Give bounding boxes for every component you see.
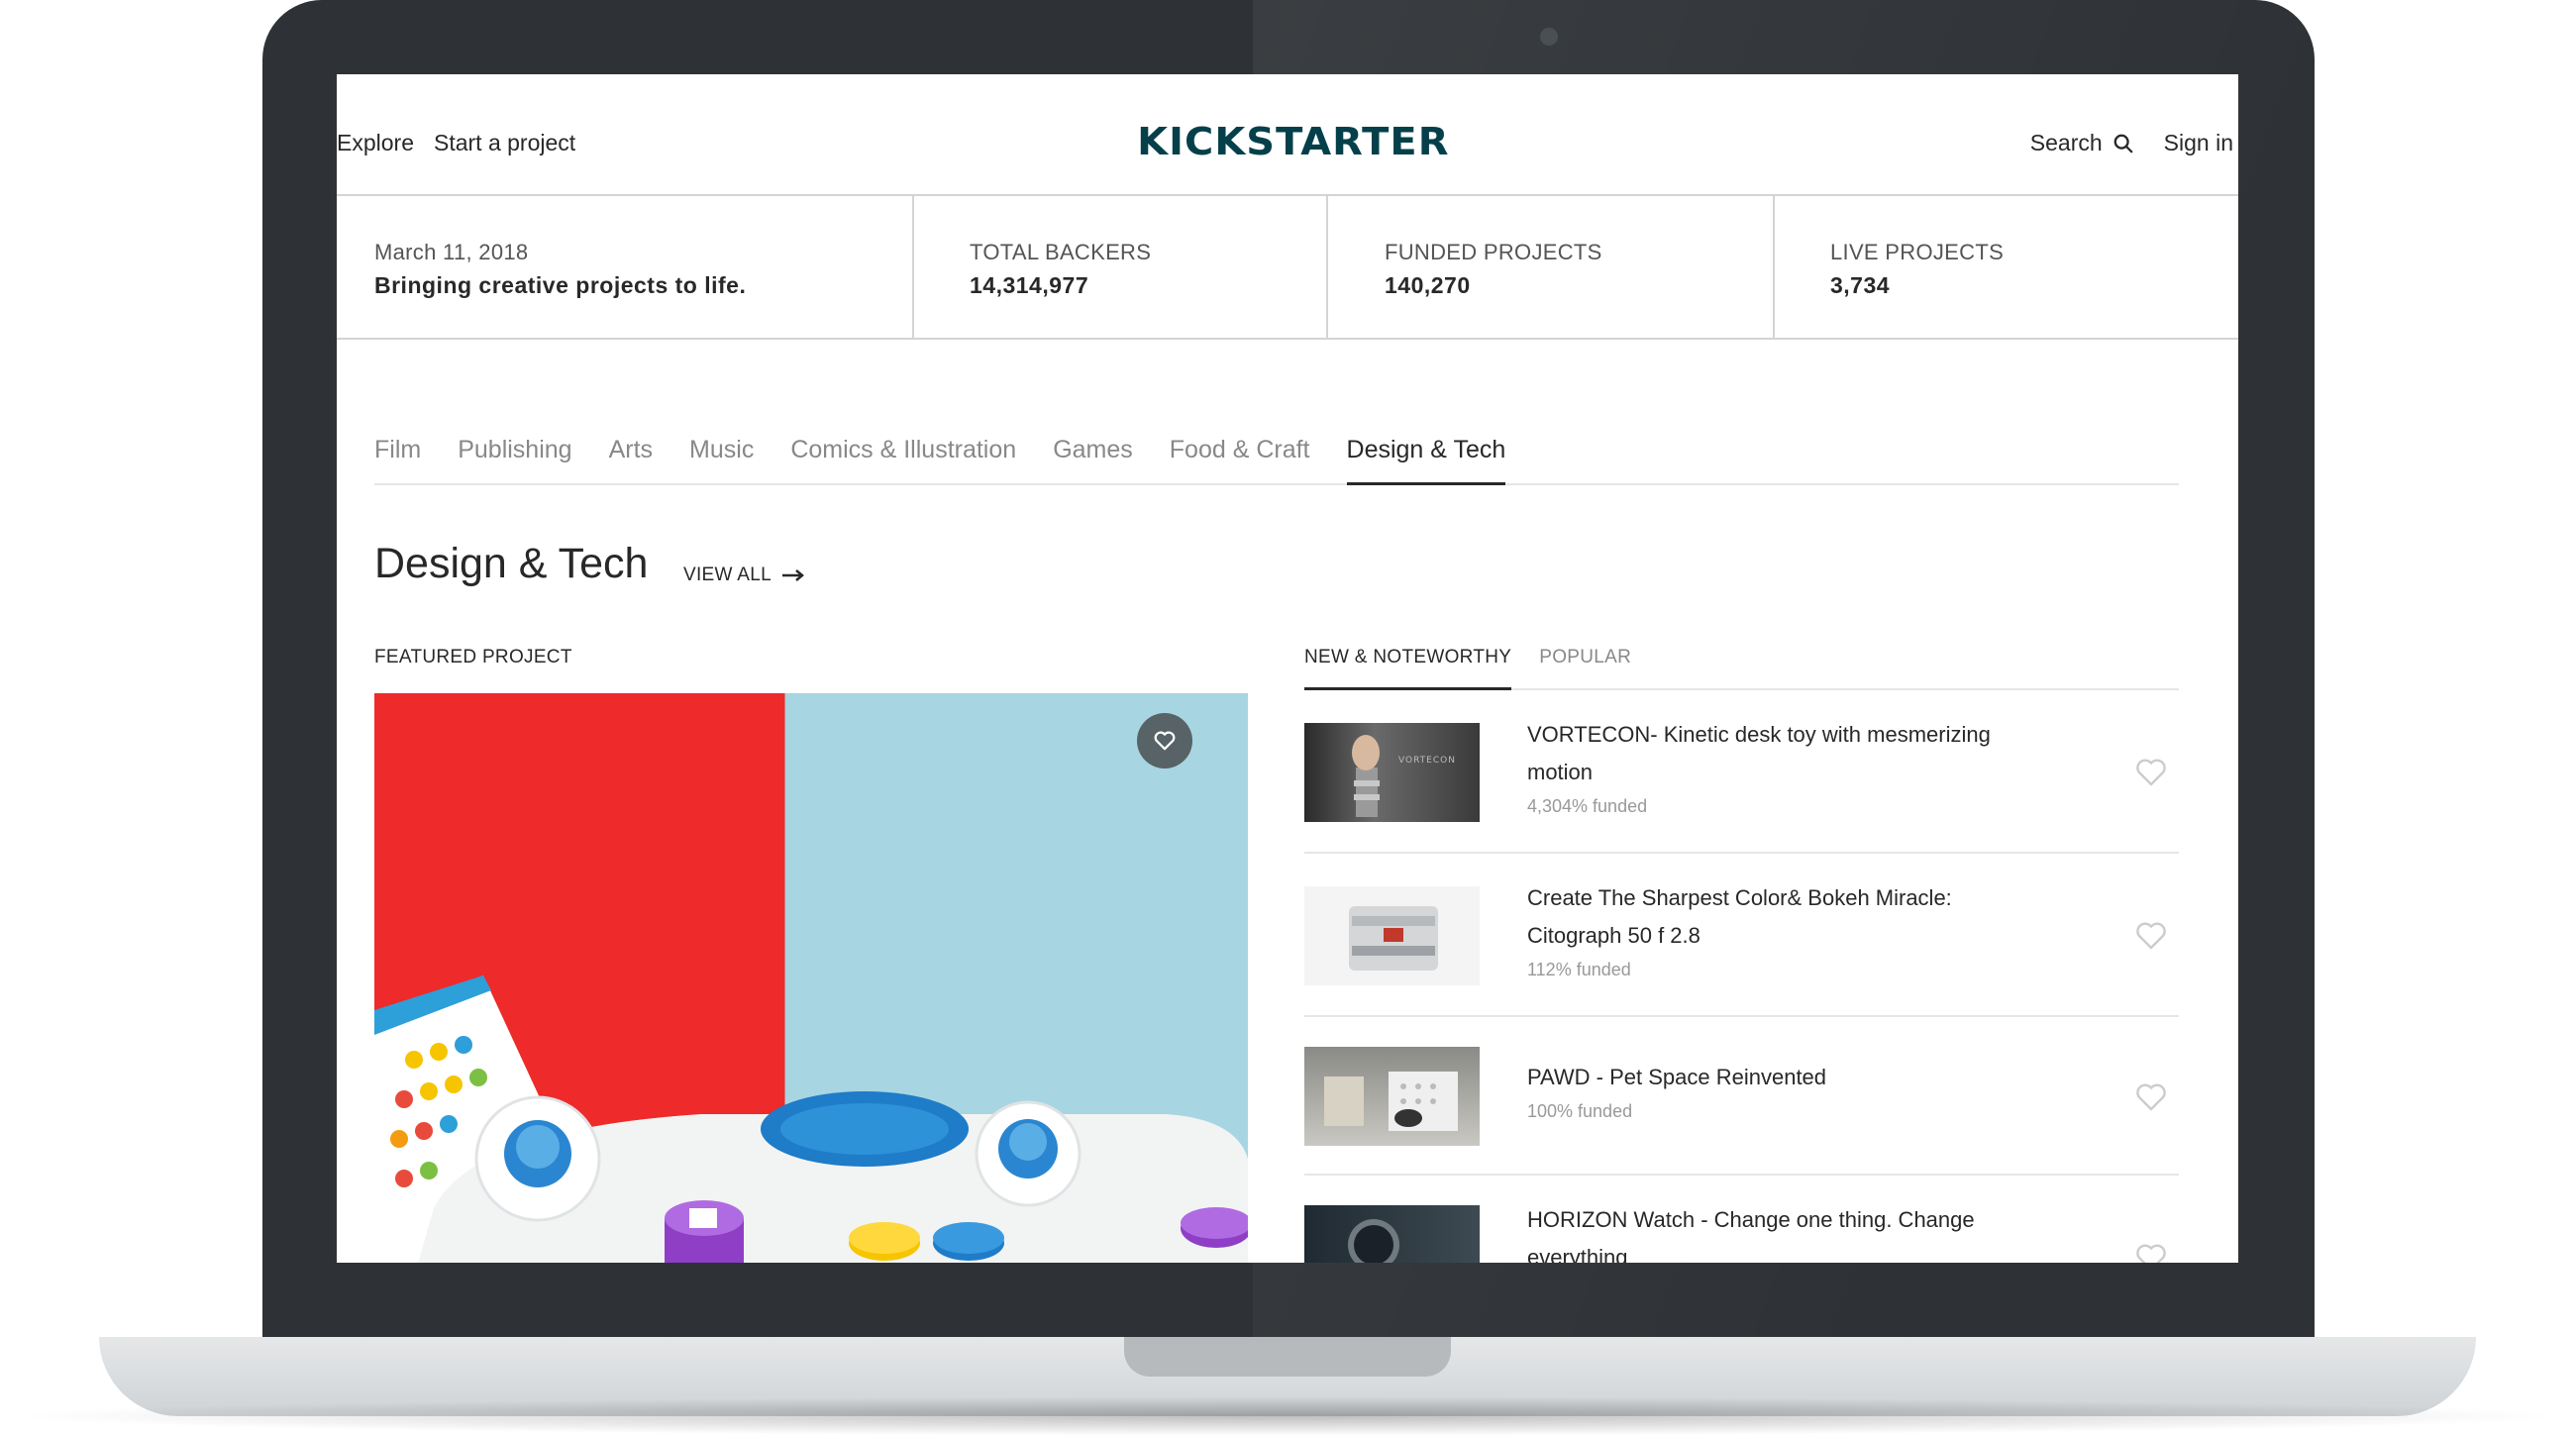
list-tabs: NEW & NOTEWORTHY POPULAR [1304, 639, 2179, 690]
search-icon [2113, 134, 2133, 153]
stat-tagline: Bringing creative projects to life. [374, 272, 747, 298]
tab-publishing[interactable]: Publishing [458, 436, 571, 485]
laptop-shadow [0, 1396, 2576, 1436]
search-button[interactable]: Search [2030, 130, 2134, 156]
stat-live-projects-value: 3,734 [1830, 272, 1891, 298]
project-title[interactable]: Create The Sharpest Color& Bokeh Miracle… [1527, 879, 2042, 955]
start-project-link[interactable]: Start a project [434, 130, 575, 156]
list-item[interactable]: VORTECON VORTECON- Kinetic desk toy with… [1304, 690, 2179, 854]
camera-icon [1540, 28, 1558, 46]
list-item[interactable]: PAWD - Pet Space Reinvented 100% funded [1304, 1017, 2179, 1176]
project-list: VORTECON VORTECON- Kinetic desk toy with… [1304, 690, 2179, 1263]
list-item[interactable]: HORIZON Watch - Change one thing. Change… [1304, 1176, 2179, 1263]
featured-favorite-button[interactable] [1137, 713, 1192, 769]
tab-food-craft[interactable]: Food & Craft [1170, 436, 1310, 485]
project-funded: 4,304% funded [1527, 796, 1648, 816]
site-header: Explore Start a project KICKSTARTER Sear… [337, 74, 2238, 196]
tab-new-noteworthy[interactable]: NEW & NOTEWORTHY [1304, 639, 1512, 690]
featured-project-label: FEATURED PROJECT [374, 647, 572, 667]
tab-design-tech[interactable]: Design & Tech [1346, 436, 1506, 485]
heart-icon[interactable] [2135, 921, 2167, 951]
explore-link[interactable]: Explore [337, 130, 414, 156]
project-funded: 100% funded [1527, 1101, 1633, 1121]
project-thumbnail[interactable] [1304, 1047, 1480, 1146]
project-thumbnail[interactable]: VORTECON [1304, 723, 1480, 822]
section-title: Design & Tech [374, 540, 649, 587]
sign-in-link[interactable]: Sign in [2164, 130, 2233, 156]
heart-icon[interactable] [2135, 1082, 2167, 1112]
tab-film[interactable]: Film [374, 436, 421, 485]
tab-games[interactable]: Games [1053, 436, 1133, 485]
search-label: Search [2029, 130, 2103, 155]
list-item[interactable]: Create The Sharpest Color& Bokeh Miracle… [1304, 854, 2179, 1017]
stat-total-backers: TOTAL BACKERS 14,314,977 [914, 196, 1328, 340]
stat-funded-projects-label: FUNDED PROJECTS [1385, 240, 1602, 264]
project-thumbnail[interactable] [1304, 886, 1480, 985]
project-thumbnail[interactable] [1304, 1205, 1480, 1263]
pawd-thumbnail-art [1324, 1072, 1458, 1131]
project-title[interactable]: PAWD - Pet Space Reinvented [1527, 1059, 2042, 1096]
stat-total-backers-label: TOTAL BACKERS [970, 240, 1152, 264]
heart-icon[interactable] [2135, 1243, 2167, 1263]
stat-funded-projects: FUNDED PROJECTS 140,270 [1328, 196, 1775, 340]
project-funded: 112% funded [1527, 960, 1631, 979]
heart-icon[interactable] [2135, 758, 2167, 787]
arrow-right-icon [782, 569, 804, 581]
heart-icon [1154, 731, 1176, 751]
tab-comics-illustration[interactable]: Comics & Illustration [790, 436, 1016, 485]
featured-product-illustration [374, 975, 1248, 1263]
stat-total-backers-value: 14,314,977 [970, 272, 1089, 298]
stat-date: March 11, 2018 Bringing creative project… [337, 196, 914, 340]
stat-live-projects-label: LIVE PROJECTS [1830, 240, 2005, 264]
stat-live-projects: LIVE PROJECTS 3,734 [1775, 196, 2238, 340]
stats-bar: March 11, 2018 Bringing creative project… [337, 196, 2238, 340]
view-all-link[interactable]: VIEW ALL [683, 564, 805, 586]
project-title[interactable]: VORTECON- Kinetic desk toy with mesmeriz… [1527, 716, 2042, 791]
thumbnail-text: VORTECON [1398, 756, 1456, 766]
category-tabs: Film Publishing Arts Music Comics & Illu… [374, 436, 2179, 485]
tab-popular[interactable]: POPULAR [1539, 639, 1631, 690]
nav-left: Explore Start a project [337, 130, 575, 156]
watch-thumbnail-art [1348, 1219, 1399, 1263]
screen: Explore Start a project KICKSTARTER Sear… [337, 74, 2238, 1263]
tab-arts[interactable]: Arts [609, 436, 653, 485]
laptop-base-notch [1124, 1337, 1451, 1377]
lens-thumbnail-art [1349, 906, 1438, 971]
tab-music[interactable]: Music [689, 436, 754, 485]
stat-date-label: March 11, 2018 [374, 240, 529, 264]
stat-funded-projects-value: 140,270 [1385, 272, 1471, 298]
kickstarter-logo[interactable]: KICKSTARTER [1137, 121, 1448, 162]
featured-project-image[interactable] [374, 693, 1248, 1263]
view-all-label: VIEW ALL [683, 564, 772, 585]
project-title[interactable]: HORIZON Watch - Change one thing. Change… [1527, 1201, 2042, 1263]
vortecon-thumbnail-art: VORTECON [1352, 735, 1456, 817]
nav-right: Search Sign in [2030, 130, 2233, 156]
